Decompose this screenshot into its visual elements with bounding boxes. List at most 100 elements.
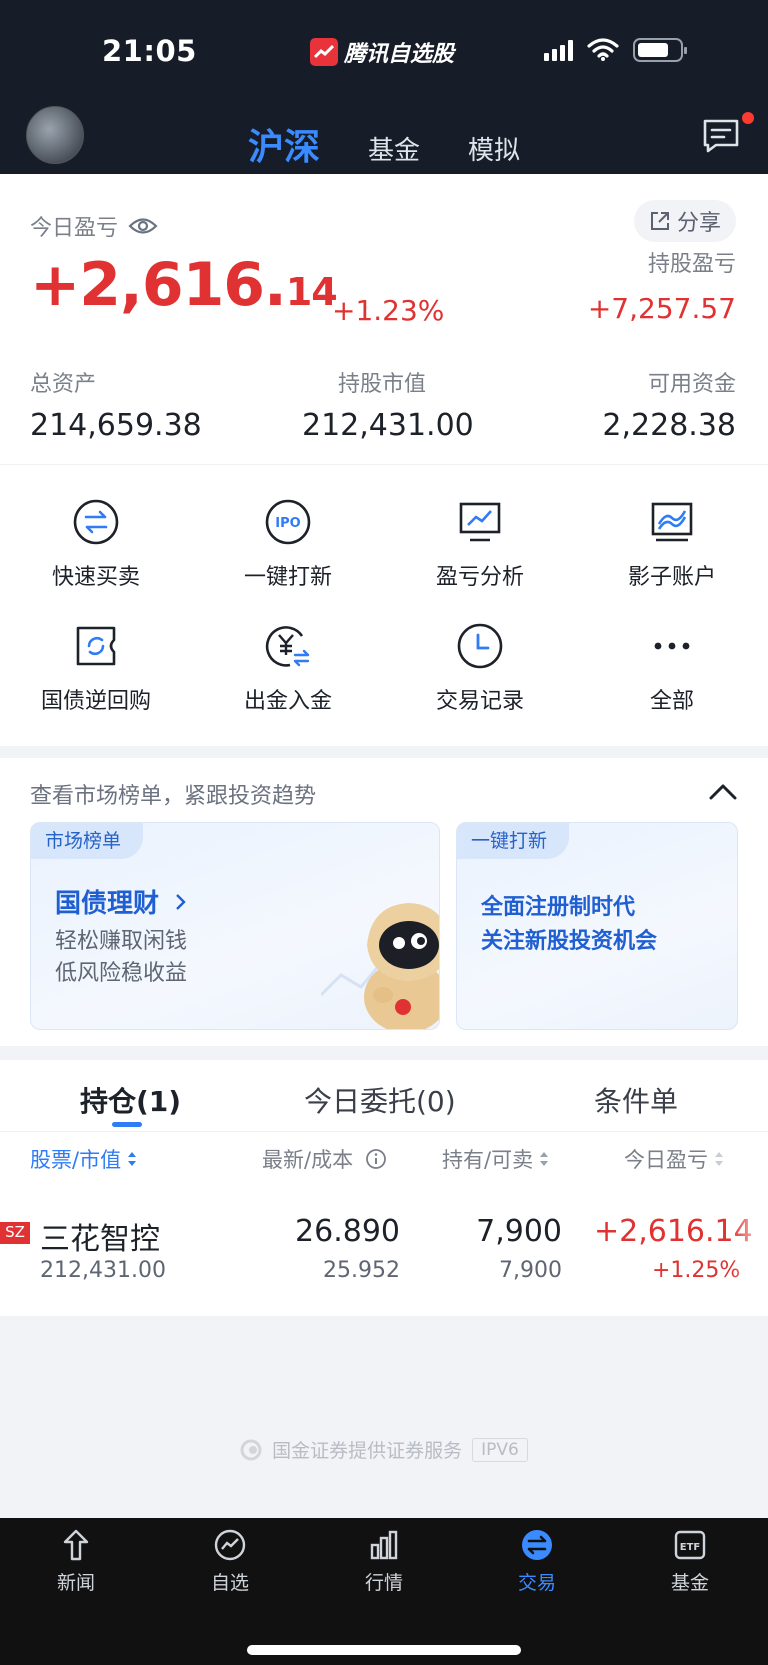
sort-icon xyxy=(540,1152,549,1166)
action-fund-transfer[interactable]: 出金入金 xyxy=(192,621,384,715)
promo-headline: 国债理财 xyxy=(55,883,188,920)
chart-monitor-icon xyxy=(455,497,505,547)
ipv6-badge: IPV6 xyxy=(472,1437,528,1462)
col-stock-value[interactable]: 股票/市值 xyxy=(30,1144,137,1174)
action-ipo[interactable]: IPO 一键打新 xyxy=(192,497,384,591)
today-pnl-value: +2,616.14 xyxy=(30,250,338,320)
nav-label: 新闻 xyxy=(56,1572,95,1594)
holding-pnl-label: 持股盈亏 xyxy=(647,252,736,277)
cellular-signal-icon xyxy=(544,39,573,61)
share-icon xyxy=(650,212,669,230)
unread-dot xyxy=(742,112,754,124)
exchange-badge: SZ xyxy=(0,1222,30,1244)
eye-icon[interactable] xyxy=(128,216,158,236)
tab-hushen[interactable]: 沪深 xyxy=(248,118,320,170)
stock-name: 三花智控 xyxy=(40,1222,160,1257)
sellable-qty: 7,900 xyxy=(499,1258,562,1283)
home-indicator xyxy=(247,1645,521,1655)
nav-watchlist[interactable]: 自选 xyxy=(175,1528,285,1595)
swap-icon xyxy=(71,497,121,547)
market-tabs: 沪深 基金 模拟 xyxy=(0,118,768,170)
tab-simulate[interactable]: 模拟 xyxy=(468,130,520,167)
account-summary: 今日盈亏 分享 +2,616.14 +1.23% 持股盈亏 +7,257.57 … xyxy=(0,174,768,464)
tab-fund[interactable]: 基金 xyxy=(368,130,420,167)
cost-price: 25.952 xyxy=(323,1258,400,1283)
promo-card-bond[interactable]: 市场榜单 国债理财 轻松赚取闲钱 低风险稳收益 xyxy=(30,822,440,1030)
promo-card-ipo[interactable]: 一键打新 全面注册制时代 关注新股投资机会 xyxy=(456,822,738,1030)
action-repo[interactable]: 国债逆回购 xyxy=(0,621,192,715)
market-value-label: 持股市值 xyxy=(338,372,427,397)
action-pnl-analysis[interactable]: 盈亏分析 xyxy=(384,497,576,591)
info-icon[interactable] xyxy=(365,1148,387,1170)
nav-trade[interactable]: 交易 xyxy=(482,1528,592,1595)
status-indicators xyxy=(544,38,687,62)
total-assets-value: 214,659.38 xyxy=(30,408,202,443)
action-label: 一键打新 xyxy=(243,565,332,590)
mascot-illustration xyxy=(321,903,439,1029)
holding-pnl-value: +7,257.57 xyxy=(587,292,736,325)
tab-conditional-orders[interactable]: 条件单 xyxy=(594,1080,678,1120)
col-holding-sellable[interactable]: 持有/可卖 xyxy=(442,1144,549,1174)
market-value-value: 212,431.00 xyxy=(302,408,474,443)
nav-label: 自选 xyxy=(210,1572,249,1594)
broker-text: 国金证券提供证券服务 xyxy=(272,1440,463,1462)
share-button[interactable]: 分享 xyxy=(634,200,736,242)
promo-line: 全面注册制时代 xyxy=(481,895,636,920)
wifi-icon xyxy=(587,38,619,61)
clock-icon xyxy=(455,621,505,671)
nav-market[interactable]: 行情 xyxy=(329,1528,439,1595)
status-time: 21:05 xyxy=(102,34,197,68)
share-label: 分享 xyxy=(676,211,721,236)
total-assets: 总资产 214,659.38 xyxy=(30,366,202,443)
tab-holdings[interactable]: 持仓(1) xyxy=(80,1080,181,1120)
available-cash-label: 可用资金 xyxy=(647,372,736,397)
promo-title: 查看市场榜单，紧跟投资趋势 xyxy=(30,784,317,809)
holding-qty: 7,900 xyxy=(476,1214,562,1249)
today-pnl-percent: +1.23% xyxy=(332,294,445,327)
action-label: 盈亏分析 xyxy=(435,565,524,590)
more-icon xyxy=(647,621,697,671)
repo-icon xyxy=(71,621,121,671)
promo-tag: 一键打新 xyxy=(457,823,570,859)
nav-label: 行情 xyxy=(364,1572,403,1594)
shadow-account-icon xyxy=(647,497,697,547)
promo-line: 关注新股投资机会 xyxy=(481,929,658,954)
tab-today-orders[interactable]: 今日委托(0) xyxy=(304,1080,456,1120)
status-app-name: 腾讯自选股 xyxy=(310,36,454,68)
action-label: 交易记录 xyxy=(435,689,524,714)
promo-tag: 市场榜单 xyxy=(31,823,144,859)
col-today-pnl[interactable]: 今日盈亏 xyxy=(624,1144,724,1174)
nav-fund[interactable]: ETF 基金 xyxy=(635,1528,745,1595)
action-label: 国债逆回购 xyxy=(40,689,151,714)
action-all[interactable]: 全部 xyxy=(576,621,768,715)
action-trade-history[interactable]: 交易记录 xyxy=(384,621,576,715)
action-quick-trade[interactable]: 快速买卖 xyxy=(0,497,192,591)
svg-text:IPO: IPO xyxy=(275,516,300,531)
nav-label: 基金 xyxy=(670,1572,709,1594)
sort-icon xyxy=(128,1152,137,1166)
broker-logo-icon xyxy=(240,1439,262,1460)
action-label: 全部 xyxy=(649,689,694,714)
col-latest-cost[interactable]: 最新/成本 xyxy=(262,1144,387,1174)
broker-note: 国金证券提供证券服务 IPV6 xyxy=(0,1436,768,1463)
svg-text:ETF: ETF xyxy=(680,1542,700,1553)
today-pnl-label: 今日盈亏 xyxy=(30,216,119,241)
market-icon xyxy=(370,1530,398,1560)
quick-actions-grid: 快速买卖 IPO 一键打新 盈亏分析 影子账户 国债逆回购 出金入金 交易记录 … xyxy=(0,464,768,746)
market-value: 持股市值 212,431.00 xyxy=(302,366,474,443)
total-assets-label: 总资产 xyxy=(30,372,97,397)
nav-news[interactable]: 新闻 xyxy=(21,1528,131,1595)
nav-label: 交易 xyxy=(517,1572,556,1594)
action-shadow-account[interactable]: 影子账户 xyxy=(576,497,768,591)
sort-icon xyxy=(715,1152,723,1166)
action-label: 出金入金 xyxy=(243,689,332,714)
table-row[interactable]: SZ 三花智控 212,431.00 26.890 25.952 7,900 7… xyxy=(0,1190,768,1314)
message-icon[interactable] xyxy=(702,118,740,154)
app-header: 21:05 腾讯自选股 沪深 基金 模拟 xyxy=(0,0,768,174)
latest-price: 26.890 xyxy=(295,1214,400,1249)
stock-market-value: 212,431.00 xyxy=(40,1258,166,1283)
positions-column-header: 股票/市值 最新/成本 持有/可卖 今日盈亏 xyxy=(0,1144,768,1184)
chevron-up-icon[interactable] xyxy=(708,780,738,802)
etf-icon: ETF xyxy=(674,1530,706,1560)
yuan-transfer-icon xyxy=(263,621,313,671)
